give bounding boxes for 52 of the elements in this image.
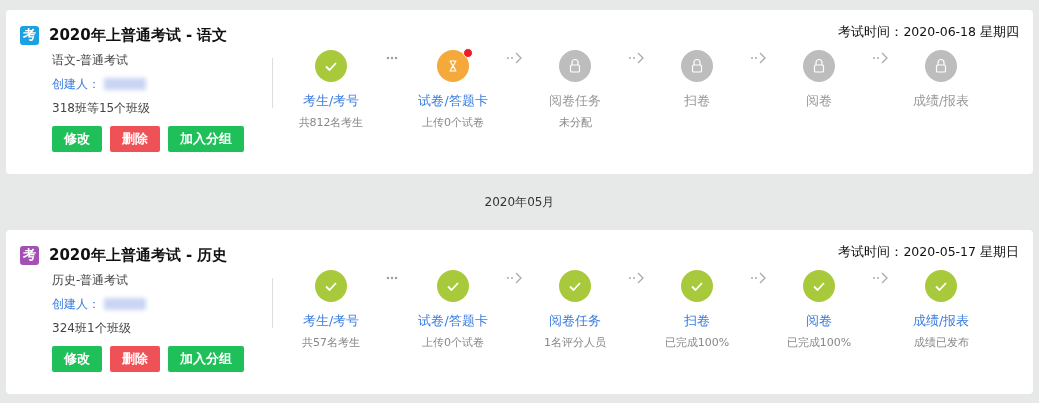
delete-button[interactable]: 删除: [110, 126, 160, 152]
arrow-connector: [628, 272, 644, 284]
creator-label: 创建人：: [52, 75, 100, 93]
arrow-connector: [872, 272, 888, 284]
step-detail: 已完成100%: [664, 335, 730, 350]
step-link[interactable]: 阅卷任务: [549, 93, 601, 110]
arrow-connector: [506, 52, 522, 64]
step-detail: 上传0个试卷: [422, 115, 484, 130]
blurred-name: [104, 298, 146, 310]
step-link[interactable]: 扫卷: [684, 93, 710, 110]
step-link[interactable]: 成绩/报表: [912, 313, 970, 330]
blurred-name: [104, 78, 146, 90]
exam-type: 历史-普通考试: [52, 272, 130, 289]
step-detail: 已完成100%: [786, 335, 852, 350]
step-detail: 共57名考生: [302, 335, 360, 350]
group-button[interactable]: 加入分组: [168, 126, 244, 152]
edit-button[interactable]: 修改: [52, 126, 102, 152]
creator-label: 创建人：: [52, 295, 100, 313]
step-link[interactable]: 试卷/答题卡: [418, 93, 488, 110]
step-link[interactable]: 阅卷: [806, 93, 832, 110]
dots-connector: [386, 276, 398, 280]
step-link[interactable]: 考生/考号: [302, 93, 360, 110]
step-detail: 1名评分人员: [544, 335, 606, 350]
arrow-connector: [750, 272, 766, 284]
group-button[interactable]: 加入分组: [168, 346, 244, 372]
step-detail: 未分配: [558, 115, 592, 130]
step-link[interactable]: 成绩/报表: [912, 93, 970, 110]
exam-badge: 考: [20, 245, 39, 265]
delete-button[interactable]: 删除: [110, 346, 160, 372]
step-detail: 共812名考生: [298, 115, 364, 130]
dots-connector: [386, 56, 398, 60]
exam-time: 考试时间：2020-06-18 星期四: [838, 23, 1019, 41]
step-link[interactable]: 考生/考号: [302, 313, 360, 330]
class-count: 318班等15个班级: [52, 100, 152, 117]
exam-badge: 考: [20, 25, 39, 45]
exam-title: 2020年上普通考试 - 历史: [49, 245, 228, 265]
step-link[interactable]: 试卷/答题卡: [418, 313, 488, 330]
arrow-connector: [506, 272, 522, 284]
arrow-connector: [872, 52, 888, 64]
exam-type: 语文-普通考试: [52, 52, 130, 69]
step-link[interactable]: 阅卷: [806, 313, 832, 330]
step-link[interactable]: 扫卷: [684, 313, 710, 330]
arrow-connector: [628, 52, 644, 64]
step-link[interactable]: 阅卷任务: [549, 313, 601, 330]
edit-button[interactable]: 修改: [52, 346, 102, 372]
step-detail: 成绩已发布: [913, 335, 969, 350]
arrow-connector: [750, 52, 766, 64]
class-count: 324班1个班级: [52, 320, 132, 337]
exam-time: 考试时间：2020-05-17 星期日: [838, 243, 1019, 261]
month-heading: 2020年05月: [484, 193, 555, 211]
step-detail: 上传0个试卷: [422, 335, 484, 350]
exam-title: 2020年上普通考试 - 语文: [49, 25, 228, 45]
